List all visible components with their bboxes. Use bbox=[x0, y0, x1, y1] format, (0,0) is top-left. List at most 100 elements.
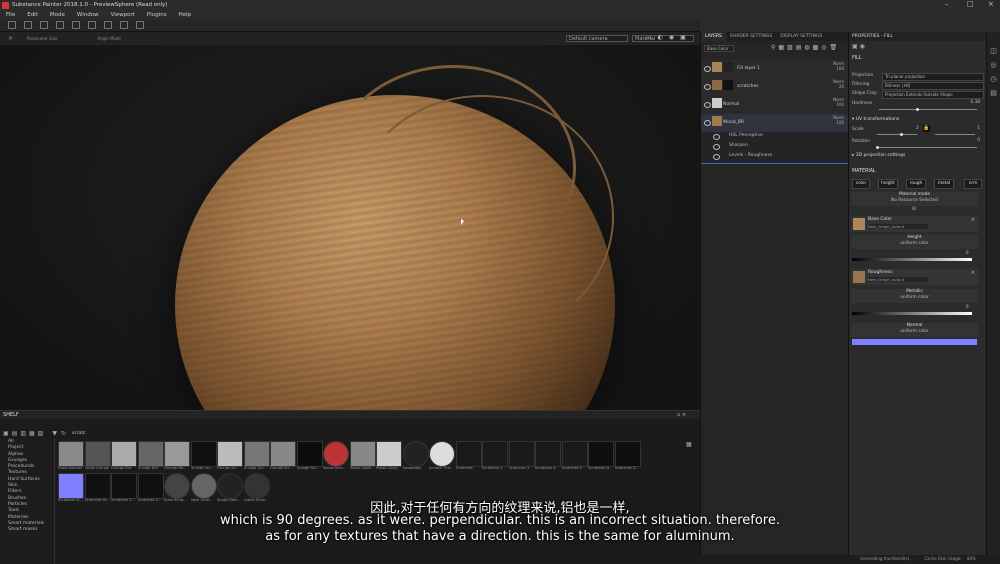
shelf-thumbnail[interactable] bbox=[376, 441, 402, 467]
shelf-thumbnail[interactable] bbox=[111, 441, 137, 467]
shelf-tool-icons[interactable]: ▣▤▥▦▧ bbox=[3, 430, 46, 437]
lock-icon[interactable]: 🔒 bbox=[923, 125, 930, 132]
shelf-thumbnail[interactable] bbox=[190, 473, 217, 499]
minimize-icon[interactable]: – bbox=[945, 0, 949, 8]
shelf-thumbnail[interactable] bbox=[111, 473, 137, 499]
roughness-slot[interactable]: Roughness New_Graph_output × bbox=[851, 269, 978, 285]
shelf-thumbnail[interactable] bbox=[243, 473, 270, 499]
normal-slot[interactable]: Normal uniform color bbox=[851, 323, 978, 337]
layer-row[interactable]: scratches Norm 26 bbox=[701, 78, 849, 97]
rotation-slider[interactable] bbox=[877, 147, 977, 148]
channel-height-button[interactable]: height bbox=[878, 179, 898, 189]
opacity[interactable]: 26 bbox=[839, 84, 844, 89]
shelf-thumbnail[interactable] bbox=[137, 473, 164, 499]
menu-file[interactable]: File bbox=[6, 12, 15, 18]
strip-icons[interactable]: ◫ ◎ ◷ ▤ bbox=[987, 44, 1000, 100]
hardness-knob[interactable] bbox=[916, 108, 919, 111]
filtering-select[interactable]: Bilinear | HQ bbox=[882, 82, 984, 90]
effect-row[interactable]: Levels - Roughness bbox=[701, 152, 849, 161]
projection-icon[interactable] bbox=[40, 21, 48, 29]
shelf-thumbnail[interactable] bbox=[535, 441, 561, 467]
eraser-icon[interactable] bbox=[24, 21, 32, 29]
eye-icon[interactable] bbox=[713, 154, 720, 160]
eye-icon[interactable] bbox=[704, 84, 711, 90]
channel-rough-button[interactable]: rough bbox=[906, 179, 926, 189]
clone-icon[interactable] bbox=[88, 21, 96, 29]
effect-row[interactable]: Sharpen bbox=[701, 142, 849, 151]
shelf-thumbnail[interactable] bbox=[561, 441, 588, 467]
menu-help[interactable]: Help bbox=[179, 12, 192, 18]
layer-row[interactable]: Normal Norm 100 bbox=[701, 96, 849, 115]
tab-layers[interactable]: LAYERS bbox=[701, 32, 726, 41]
shelf-thumbnail[interactable] bbox=[270, 441, 296, 467]
shelf-thumbnail[interactable] bbox=[588, 441, 614, 467]
shelf-thumbnail[interactable] bbox=[84, 473, 111, 499]
shelf-thumbnail[interactable] bbox=[58, 441, 84, 467]
settings-icon[interactable] bbox=[136, 21, 144, 29]
viewport-toggles[interactable]: ▭◐◉▣ bbox=[646, 34, 692, 41]
shelf-thumbnail[interactable] bbox=[84, 441, 111, 467]
properties-tab-icons[interactable]: ▣ ◉ bbox=[852, 43, 865, 50]
tab-shader-settings[interactable]: SHADER SETTINGS bbox=[726, 32, 776, 41]
channel-metal-button[interactable]: metal bbox=[934, 179, 954, 189]
menu-viewport[interactable]: Viewport bbox=[111, 12, 135, 18]
opacity[interactable]: 100 bbox=[836, 66, 844, 71]
smudge-icon[interactable] bbox=[72, 21, 80, 29]
shelf-thumbnail[interactable] bbox=[164, 441, 190, 467]
hardness-value[interactable]: 0.38 bbox=[970, 100, 980, 105]
eye-icon[interactable] bbox=[704, 120, 711, 126]
3d-viewport[interactable]: ⊥ bbox=[0, 45, 700, 410]
refresh-icon[interactable]: ↻ bbox=[61, 430, 66, 437]
shelf-thumbnail[interactable] bbox=[58, 473, 84, 499]
hardness-slider[interactable] bbox=[879, 109, 977, 110]
rotation-knob[interactable] bbox=[876, 146, 879, 149]
menu-window[interactable]: Window bbox=[77, 12, 99, 18]
layer-tool-icons[interactable]: ⚲▦▧▤◍▩◎🗑 bbox=[771, 44, 840, 51]
shelf-thumbnail[interactable] bbox=[217, 441, 243, 467]
camera-select[interactable]: Default camera bbox=[566, 35, 628, 42]
eye-icon[interactable] bbox=[704, 102, 711, 108]
paint-brush-icon[interactable] bbox=[8, 21, 16, 29]
layer-row-selected[interactable]: Wood_BR Norm 100 bbox=[701, 114, 849, 133]
shelf-thumbnail[interactable] bbox=[349, 441, 376, 467]
metallic-slot[interactable]: Metallic uniform color bbox=[851, 289, 978, 303]
layer-row[interactable]: Fill layer 1 Norm 100 bbox=[701, 60, 849, 79]
shelf-thumbnail[interactable] bbox=[217, 473, 243, 499]
symmetry-icon[interactable] bbox=[120, 21, 128, 29]
base-color-slot[interactable]: Base Color New_Graph_output × bbox=[851, 216, 978, 232]
shelf-thumbnail[interactable] bbox=[190, 441, 217, 467]
scale-value-2[interactable]: 1 bbox=[977, 126, 980, 131]
shelf-close-icon[interactable]: ▫ × bbox=[677, 412, 686, 418]
tab-display-settings[interactable]: DISPLAY SETTINGS bbox=[776, 32, 826, 41]
height-slot[interactable]: Height uniform color bbox=[851, 235, 978, 249]
eye-icon[interactable] bbox=[704, 66, 711, 72]
metallic-value[interactable]: 0 bbox=[966, 304, 969, 309]
filter-icon[interactable]: ▼ bbox=[52, 430, 57, 437]
close-icon[interactable]: × bbox=[971, 270, 975, 276]
shelf-thumbnail[interactable] bbox=[508, 441, 535, 467]
shelf-thumbnail[interactable] bbox=[614, 441, 641, 467]
projection-select[interactable]: Tri-planar projection bbox=[882, 73, 984, 81]
proj3d-section[interactable]: ▸ 3D projection settings bbox=[852, 153, 905, 158]
close-icon[interactable]: × bbox=[971, 217, 975, 223]
height-value[interactable]: 0 bbox=[966, 250, 969, 255]
shelf-thumbnail[interactable] bbox=[243, 441, 270, 467]
shelf-thumbnail[interactable] bbox=[296, 441, 323, 467]
cross-icon[interactable]: ✕ bbox=[8, 35, 13, 42]
menu-plugins[interactable]: Plugins bbox=[147, 12, 167, 18]
menu-mode[interactable]: Mode bbox=[50, 12, 65, 18]
shelf-search-input[interactable]: scratc bbox=[72, 431, 86, 436]
opacity[interactable]: 100 bbox=[836, 120, 844, 125]
shelf-thumbnail[interactable] bbox=[402, 441, 429, 467]
shelf-thumbnail[interactable] bbox=[164, 473, 190, 499]
scale-slider-2[interactable] bbox=[935, 134, 975, 135]
scale-value[interactable]: 2 bbox=[916, 126, 919, 131]
height-slider[interactable] bbox=[852, 258, 972, 261]
channel-normal-button[interactable]: nrm bbox=[964, 179, 982, 189]
shelf-thumbnail[interactable] bbox=[482, 441, 508, 467]
shelf-thumbnail[interactable] bbox=[323, 441, 349, 467]
effect-row[interactable]: HSL Perceptive bbox=[701, 132, 849, 141]
normal-color-swatch[interactable] bbox=[852, 339, 977, 345]
material-mode-box[interactable]: Material mode No Resource Selected bbox=[851, 192, 978, 206]
picker-icon[interactable] bbox=[104, 21, 112, 29]
